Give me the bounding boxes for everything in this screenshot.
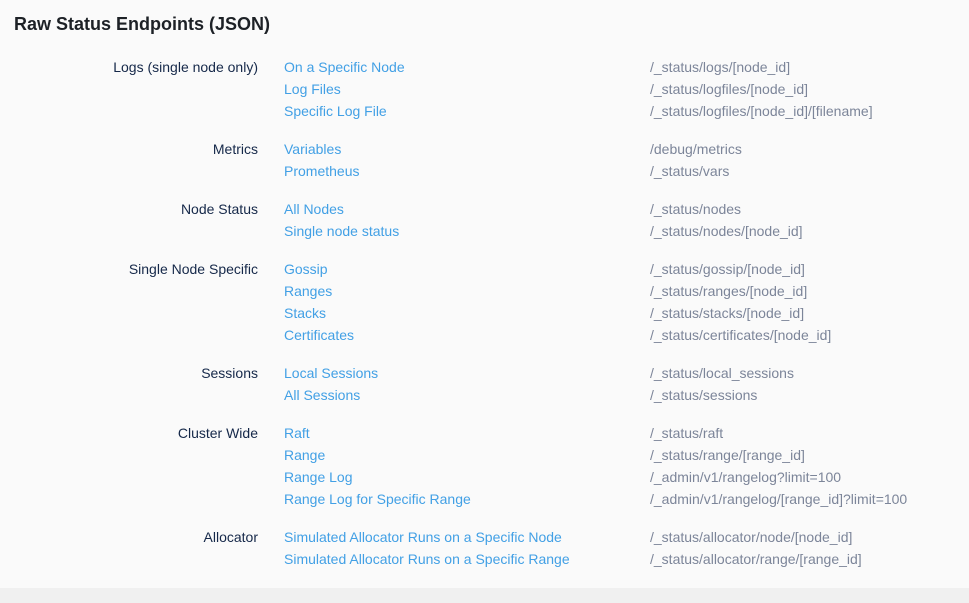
endpoint-path: /_status/range/[range_id] bbox=[650, 444, 805, 466]
category-label: Cluster Wide bbox=[14, 422, 258, 510]
endpoint-path: /_admin/v1/rangelog/[range_id]?limit=100 bbox=[650, 488, 907, 510]
endpoint-groups: Logs (single node only) On a Specific No… bbox=[14, 56, 969, 570]
entry-list: Variables /debug/metrics Prometheus /_st… bbox=[284, 138, 742, 182]
endpoint-row: Range /_status/range/[range_id] bbox=[284, 444, 907, 466]
endpoint-row: Log Files /_status/logfiles/[node_id] bbox=[284, 78, 873, 100]
endpoint-link[interactable]: Local Sessions bbox=[284, 362, 650, 384]
entry-list: Simulated Allocator Runs on a Specific N… bbox=[284, 526, 862, 570]
endpoint-link[interactable]: Simulated Allocator Runs on a Specific N… bbox=[284, 526, 650, 548]
endpoint-path: /_status/nodes/[node_id] bbox=[650, 220, 803, 242]
entry-list: Local Sessions /_status/local_sessions A… bbox=[284, 362, 794, 406]
entry-list: On a Specific Node /_status/logs/[node_i… bbox=[284, 56, 873, 122]
category-label: Metrics bbox=[14, 138, 258, 182]
endpoint-path: /_status/stacks/[node_id] bbox=[650, 302, 804, 324]
endpoint-path: /_status/allocator/range/[range_id] bbox=[650, 548, 862, 570]
endpoint-group: Sessions Local Sessions /_status/local_s… bbox=[14, 362, 969, 406]
endpoint-row: Variables /debug/metrics bbox=[284, 138, 742, 160]
endpoint-row: Stacks /_status/stacks/[node_id] bbox=[284, 302, 831, 324]
endpoint-path: /_status/allocator/node/[node_id] bbox=[650, 526, 852, 548]
endpoint-row: Single node status /_status/nodes/[node_… bbox=[284, 220, 803, 242]
endpoint-link[interactable]: Log Files bbox=[284, 78, 650, 100]
endpoint-link[interactable]: Single node status bbox=[284, 220, 650, 242]
endpoint-link[interactable]: Specific Log File bbox=[284, 100, 650, 122]
endpoint-link[interactable]: Range bbox=[284, 444, 650, 466]
endpoint-link[interactable]: Certificates bbox=[284, 324, 650, 346]
entry-list: All Nodes /_status/nodes Single node sta… bbox=[284, 198, 803, 242]
endpoint-group: Metrics Variables /debug/metrics Prometh… bbox=[14, 138, 969, 182]
endpoint-path: /_status/certificates/[node_id] bbox=[650, 324, 831, 346]
endpoint-path: /_status/nodes bbox=[650, 198, 741, 220]
category-label: Sessions bbox=[14, 362, 258, 406]
endpoint-link[interactable]: Raft bbox=[284, 422, 650, 444]
category-label: Single Node Specific bbox=[14, 258, 258, 346]
category-label: Allocator bbox=[14, 526, 258, 570]
endpoint-link[interactable]: All Nodes bbox=[284, 198, 650, 220]
endpoint-row: Raft /_status/raft bbox=[284, 422, 907, 444]
endpoint-link[interactable]: Gossip bbox=[284, 258, 650, 280]
endpoint-link[interactable]: Ranges bbox=[284, 280, 650, 302]
endpoint-path: /_status/ranges/[node_id] bbox=[650, 280, 807, 302]
endpoint-group: Node Status All Nodes /_status/nodes Sin… bbox=[14, 198, 969, 242]
entry-list: Raft /_status/raft Range /_status/range/… bbox=[284, 422, 907, 510]
endpoint-row: Certificates /_status/certificates/[node… bbox=[284, 324, 831, 346]
endpoint-path: /_status/vars bbox=[650, 160, 729, 182]
endpoint-row: Local Sessions /_status/local_sessions bbox=[284, 362, 794, 384]
endpoint-path: /_status/local_sessions bbox=[650, 362, 794, 384]
endpoint-row: Prometheus /_status/vars bbox=[284, 160, 742, 182]
endpoint-link[interactable]: Range Log for Specific Range bbox=[284, 488, 650, 510]
endpoint-row: Ranges /_status/ranges/[node_id] bbox=[284, 280, 831, 302]
debug-page: Raw Status Endpoints (JSON) Logs (single… bbox=[0, 0, 969, 570]
endpoint-row: Specific Log File /_status/logfiles/[nod… bbox=[284, 100, 873, 122]
category-label: Logs (single node only) bbox=[14, 56, 258, 122]
endpoint-link[interactable]: Range Log bbox=[284, 466, 650, 488]
endpoint-row: Gossip /_status/gossip/[node_id] bbox=[284, 258, 831, 280]
endpoint-link[interactable]: All Sessions bbox=[284, 384, 650, 406]
endpoint-link[interactable]: Simulated Allocator Runs on a Specific R… bbox=[284, 548, 650, 570]
endpoint-link[interactable]: Variables bbox=[284, 138, 650, 160]
endpoint-group: Allocator Simulated Allocator Runs on a … bbox=[14, 526, 969, 570]
page-title: Raw Status Endpoints (JSON) bbox=[14, 13, 969, 35]
endpoint-row: On a Specific Node /_status/logs/[node_i… bbox=[284, 56, 873, 78]
endpoint-path: /_status/gossip/[node_id] bbox=[650, 258, 805, 280]
endpoint-row: All Sessions /_status/sessions bbox=[284, 384, 794, 406]
endpoint-path: /_status/logfiles/[node_id]/[filename] bbox=[650, 100, 873, 122]
endpoint-link[interactable]: Prometheus bbox=[284, 160, 650, 182]
endpoint-path: /debug/metrics bbox=[650, 138, 742, 160]
entry-list: Gossip /_status/gossip/[node_id] Ranges … bbox=[284, 258, 831, 346]
endpoint-link[interactable]: On a Specific Node bbox=[284, 56, 650, 78]
endpoint-row: All Nodes /_status/nodes bbox=[284, 198, 803, 220]
endpoint-row: Range Log /_admin/v1/rangelog?limit=100 bbox=[284, 466, 907, 488]
endpoint-row: Simulated Allocator Runs on a Specific R… bbox=[284, 548, 862, 570]
bottom-strip bbox=[0, 588, 969, 603]
endpoint-path: /_status/sessions bbox=[650, 384, 757, 406]
endpoint-row: Range Log for Specific Range /_admin/v1/… bbox=[284, 488, 907, 510]
endpoint-path: /_status/logs/[node_id] bbox=[650, 56, 790, 78]
endpoint-group: Cluster Wide Raft /_status/raft Range /_… bbox=[14, 422, 969, 510]
endpoint-group: Single Node Specific Gossip /_status/gos… bbox=[14, 258, 969, 346]
endpoint-group: Logs (single node only) On a Specific No… bbox=[14, 56, 969, 122]
endpoint-row: Simulated Allocator Runs on a Specific N… bbox=[284, 526, 862, 548]
endpoint-path: /_admin/v1/rangelog?limit=100 bbox=[650, 466, 841, 488]
endpoint-path: /_status/raft bbox=[650, 422, 723, 444]
endpoint-link[interactable]: Stacks bbox=[284, 302, 650, 324]
category-label: Node Status bbox=[14, 198, 258, 242]
endpoint-path: /_status/logfiles/[node_id] bbox=[650, 78, 808, 100]
